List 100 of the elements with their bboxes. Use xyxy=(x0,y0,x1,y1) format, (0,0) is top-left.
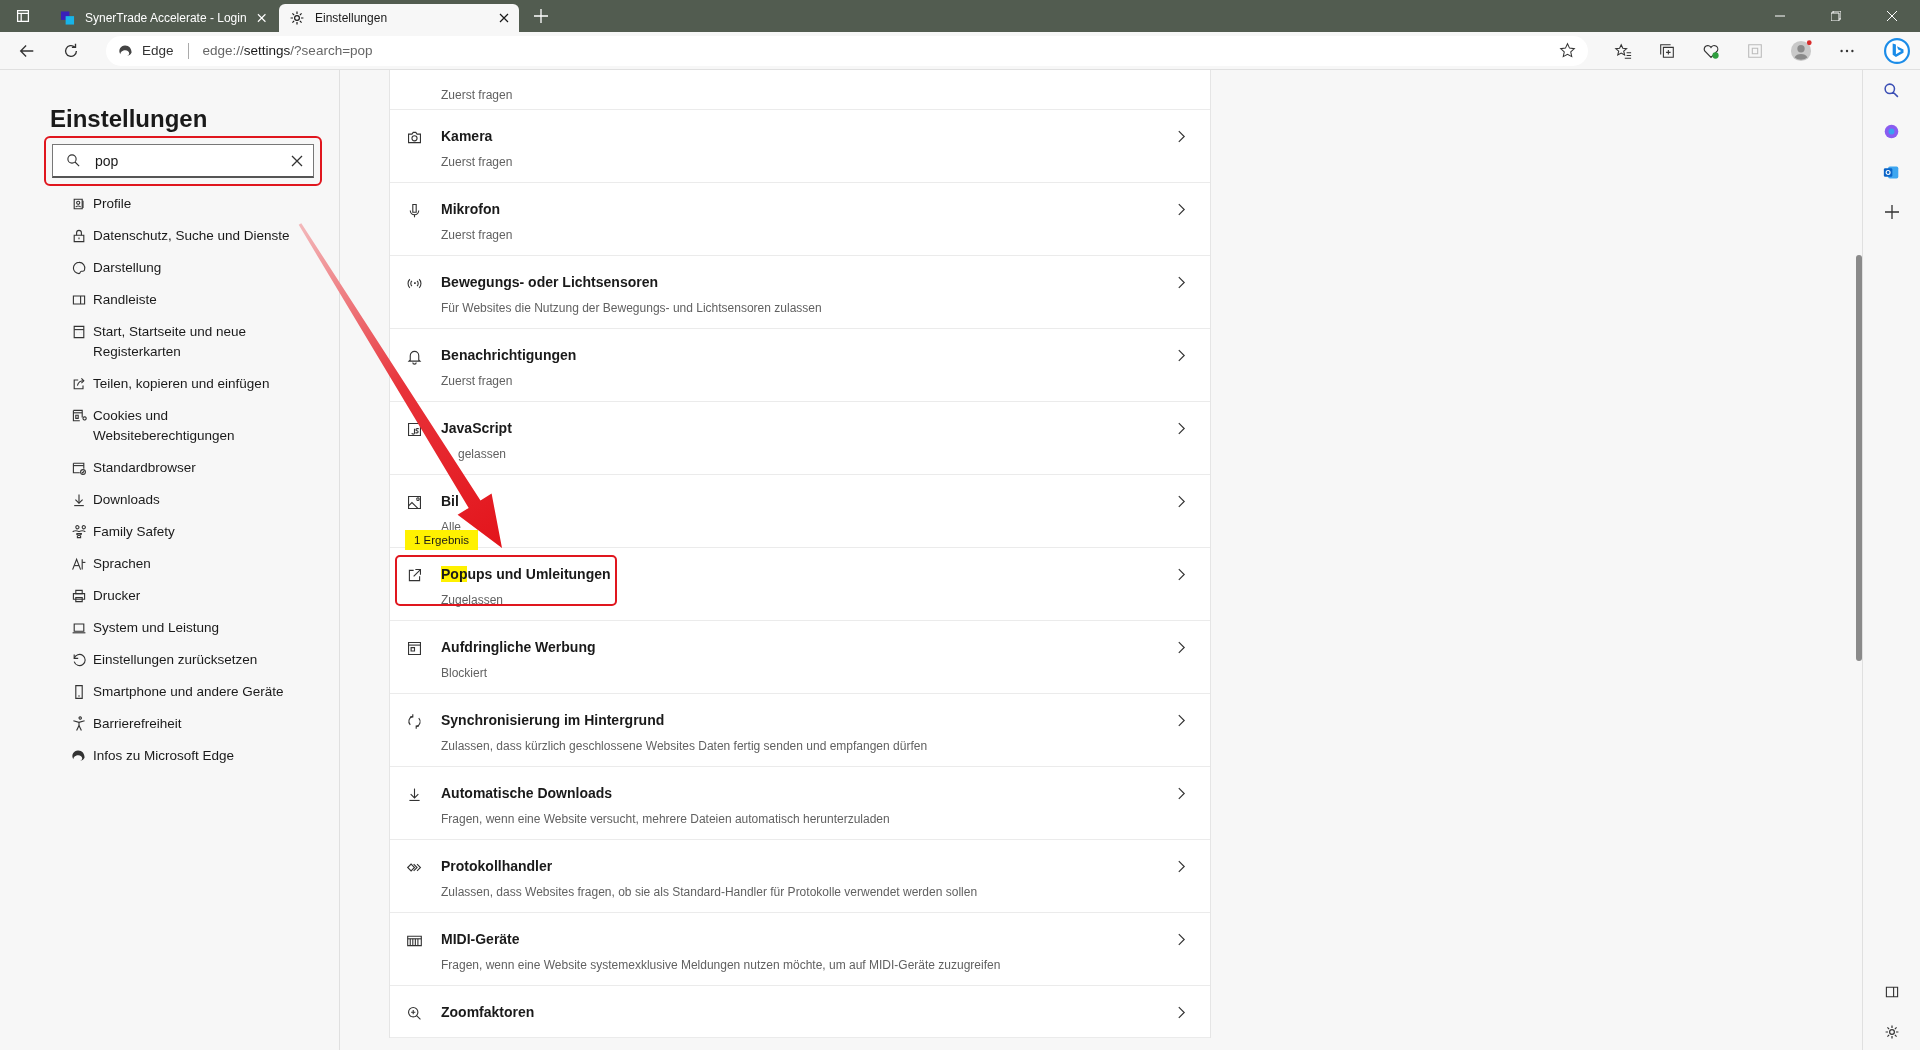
setting-value: Zulassen, dass kürzlich geschlossene Websites Daten fertig senden und empfangen dürfen xyxy=(441,738,929,754)
settings-icon[interactable] xyxy=(1883,1024,1900,1040)
tab-actions-icon[interactable] xyxy=(14,7,32,25)
setting-value: Zuerst fragen xyxy=(441,373,514,389)
setting-value: gelassen xyxy=(457,446,508,462)
scrollbar[interactable] xyxy=(1856,255,1862,661)
setting-value: Fragen, wenn eine Website systemexklusive Meldungen nutzen möchte, um auf MIDI-Geräte zuzugreifen xyxy=(441,957,1002,973)
chevron-right-icon xyxy=(1177,276,1186,289)
chevron-right-icon xyxy=(1177,787,1186,800)
setting-title: Synchronisierung im Hintergrund xyxy=(441,711,666,729)
settings-row[interactable]: MIDI-Geräte Fragen, wenn eine Website systemexklusive Meldungen nutzen möchte, um auf MIDI-Geräte zuzugreifen xyxy=(390,913,1210,986)
nav-link[interactable]: Family Safety xyxy=(93,522,175,542)
bell-icon xyxy=(406,348,423,365)
nav-link[interactable]: Darstellung xyxy=(93,258,162,278)
setting-title: Benachrichtigungen xyxy=(441,346,578,364)
printer-icon xyxy=(71,588,87,604)
nav-link[interactable]: Downloads xyxy=(93,490,160,510)
settings-row[interactable]: Mikrofon Zuerst fragen xyxy=(390,183,1210,256)
setting-title: Mikrofon xyxy=(441,200,502,218)
chevron-right-icon xyxy=(1177,495,1186,508)
settings-row[interactable]: Synchronisierung im Hintergrund Zulassen, dass kürzlich geschlossene Websites Daten fertig senden und empfangen dürfen xyxy=(390,694,1210,767)
setting-value: Zuerst fragen xyxy=(441,227,514,243)
chevron-right-icon xyxy=(1177,130,1186,143)
mail-icon[interactable] xyxy=(1883,164,1900,181)
nav-link[interactable]: Datenschutz, Suche und Dienste xyxy=(93,226,290,246)
avatar-icon[interactable] xyxy=(1790,39,1812,62)
setting-title: Bewegungs- oder Lichtsensoren xyxy=(441,273,660,291)
nav-link[interactable]: Cookies und Websiteberechtigungen xyxy=(93,406,235,446)
browser-tab[interactable]: SynerTrade Accelerate - Login xyxy=(50,4,276,32)
shapes-icon[interactable] xyxy=(1883,123,1900,140)
setting-title: Popups und Umleitungen xyxy=(441,565,612,583)
download-icon xyxy=(71,492,87,508)
chevron-right-icon xyxy=(1177,641,1186,654)
address-field[interactable]: Edge edge://settings/?search=pop xyxy=(106,35,1588,66)
setting-value: Zuerst fragen xyxy=(441,87,514,103)
lock-icon xyxy=(71,228,87,244)
nav-link[interactable]: Drucker xyxy=(93,586,141,606)
chevron-right-icon xyxy=(1177,860,1186,873)
nav-link[interactable]: Teilen, kopieren und einfügen xyxy=(93,374,270,394)
settings-row[interactable]: Aufdringliche Werbung Blockiert xyxy=(390,621,1210,694)
nav-link[interactable]: System und Leistung xyxy=(93,618,220,638)
language-icon xyxy=(71,556,87,572)
setting-value: Blockiert xyxy=(441,665,488,681)
chevron-right-icon xyxy=(1177,933,1186,946)
setting-title: Automatische Downloads xyxy=(441,784,614,802)
chevron-right-icon xyxy=(1177,422,1186,435)
search-input[interactable]: pop xyxy=(95,152,277,169)
nav-link[interactable]: Infos zu Microsoft Edge xyxy=(93,746,235,766)
gear-icon xyxy=(289,10,305,26)
nav-link[interactable]: Einstellungen zurücksetzen xyxy=(93,650,258,670)
nav-link[interactable]: Profile xyxy=(93,194,132,214)
settings-row[interactable]: Automatische Downloads Fragen, wenn eine Website versucht, mehrere Dateien automatisch herunterzuladen xyxy=(390,767,1210,840)
search-icon[interactable] xyxy=(1883,82,1900,99)
zoom-in-icon xyxy=(406,1005,423,1022)
cookie-settings-icon xyxy=(71,408,87,424)
favorites-icon[interactable] xyxy=(1614,41,1632,60)
people-icon xyxy=(71,524,87,540)
refresh-icon[interactable] xyxy=(62,41,80,60)
settings-row[interactable]: Protokollhandler Zulassen, dass Websites fragen, ob sie als Standard-Handler für Protokolle verwendet werden sollen xyxy=(390,840,1210,913)
search-field[interactable]: pop xyxy=(52,144,314,178)
collections-icon[interactable] xyxy=(1658,41,1676,60)
settings-row[interactable]: Bewegungs- oder Lichtsensoren Für Websites die Nutzung der Bewegungs- und Lichtsensoren zulassen xyxy=(390,256,1210,329)
download-icon xyxy=(406,786,423,803)
page-title: Einstellungen xyxy=(50,104,209,134)
ad-window-icon xyxy=(406,640,423,657)
settings-row[interactable]: Zoomfaktoren xyxy=(390,986,1210,1038)
nav-link[interactable]: Randleiste xyxy=(93,290,157,310)
chevron-right-icon xyxy=(1177,203,1186,216)
settings-row[interactable]: Popups und Umleitungen Zugelassen xyxy=(390,548,1210,621)
profile-icon xyxy=(71,196,87,212)
laptop-icon xyxy=(71,620,87,636)
setting-value: Fragen, wenn eine Website versucht, mehrere Dateien automatisch herunterzuladen xyxy=(441,811,891,827)
nav-link[interactable]: Barrierefreiheit xyxy=(93,714,182,734)
camera-icon xyxy=(406,129,423,146)
new-tab-icon[interactable] xyxy=(534,9,548,23)
setting-value: Zuerst fragen xyxy=(441,154,514,170)
external-link-icon xyxy=(406,567,423,584)
nav-link[interactable]: Start, Startseite und neue Registerkarten xyxy=(93,322,247,362)
palette-icon xyxy=(71,260,87,276)
setting-value: Zugelassen xyxy=(441,592,505,608)
panel-icon xyxy=(71,292,87,308)
panel-icon[interactable] xyxy=(1883,984,1900,1000)
add-icon[interactable] xyxy=(1884,205,1899,219)
settings-row[interactable]: Kamera Zuerst fragen xyxy=(390,110,1210,183)
nav-link[interactable]: Sprachen xyxy=(93,554,151,574)
accessibility-icon xyxy=(71,716,87,732)
settings-row[interactable]: Zuerst fragen xyxy=(390,70,1210,110)
star-icon[interactable] xyxy=(1559,42,1576,59)
clear-icon[interactable] xyxy=(291,154,303,167)
nav-link[interactable]: Standardbrowser xyxy=(93,458,196,478)
restore-icon[interactable] xyxy=(1831,11,1841,21)
site-favicon xyxy=(60,10,75,26)
close-icon[interactable] xyxy=(499,13,509,23)
nav-link[interactable]: Smartphone und andere Geräte xyxy=(93,682,284,702)
setting-value: Zulassen, dass Websites fragen, ob sie als Standard-Handler für Protokolle verwendet werden sollen xyxy=(441,884,979,900)
browser-tab[interactable]: Einstellungen xyxy=(279,4,519,32)
setting-title: Protokollhandler xyxy=(441,857,554,875)
setting-title: Aufdringliche Werbung xyxy=(441,638,597,656)
setting-value: Für Websites die Nutzung der Bewegungs- und Lichtsensoren zulassen xyxy=(441,300,823,316)
chevron-right-icon xyxy=(1177,568,1186,581)
